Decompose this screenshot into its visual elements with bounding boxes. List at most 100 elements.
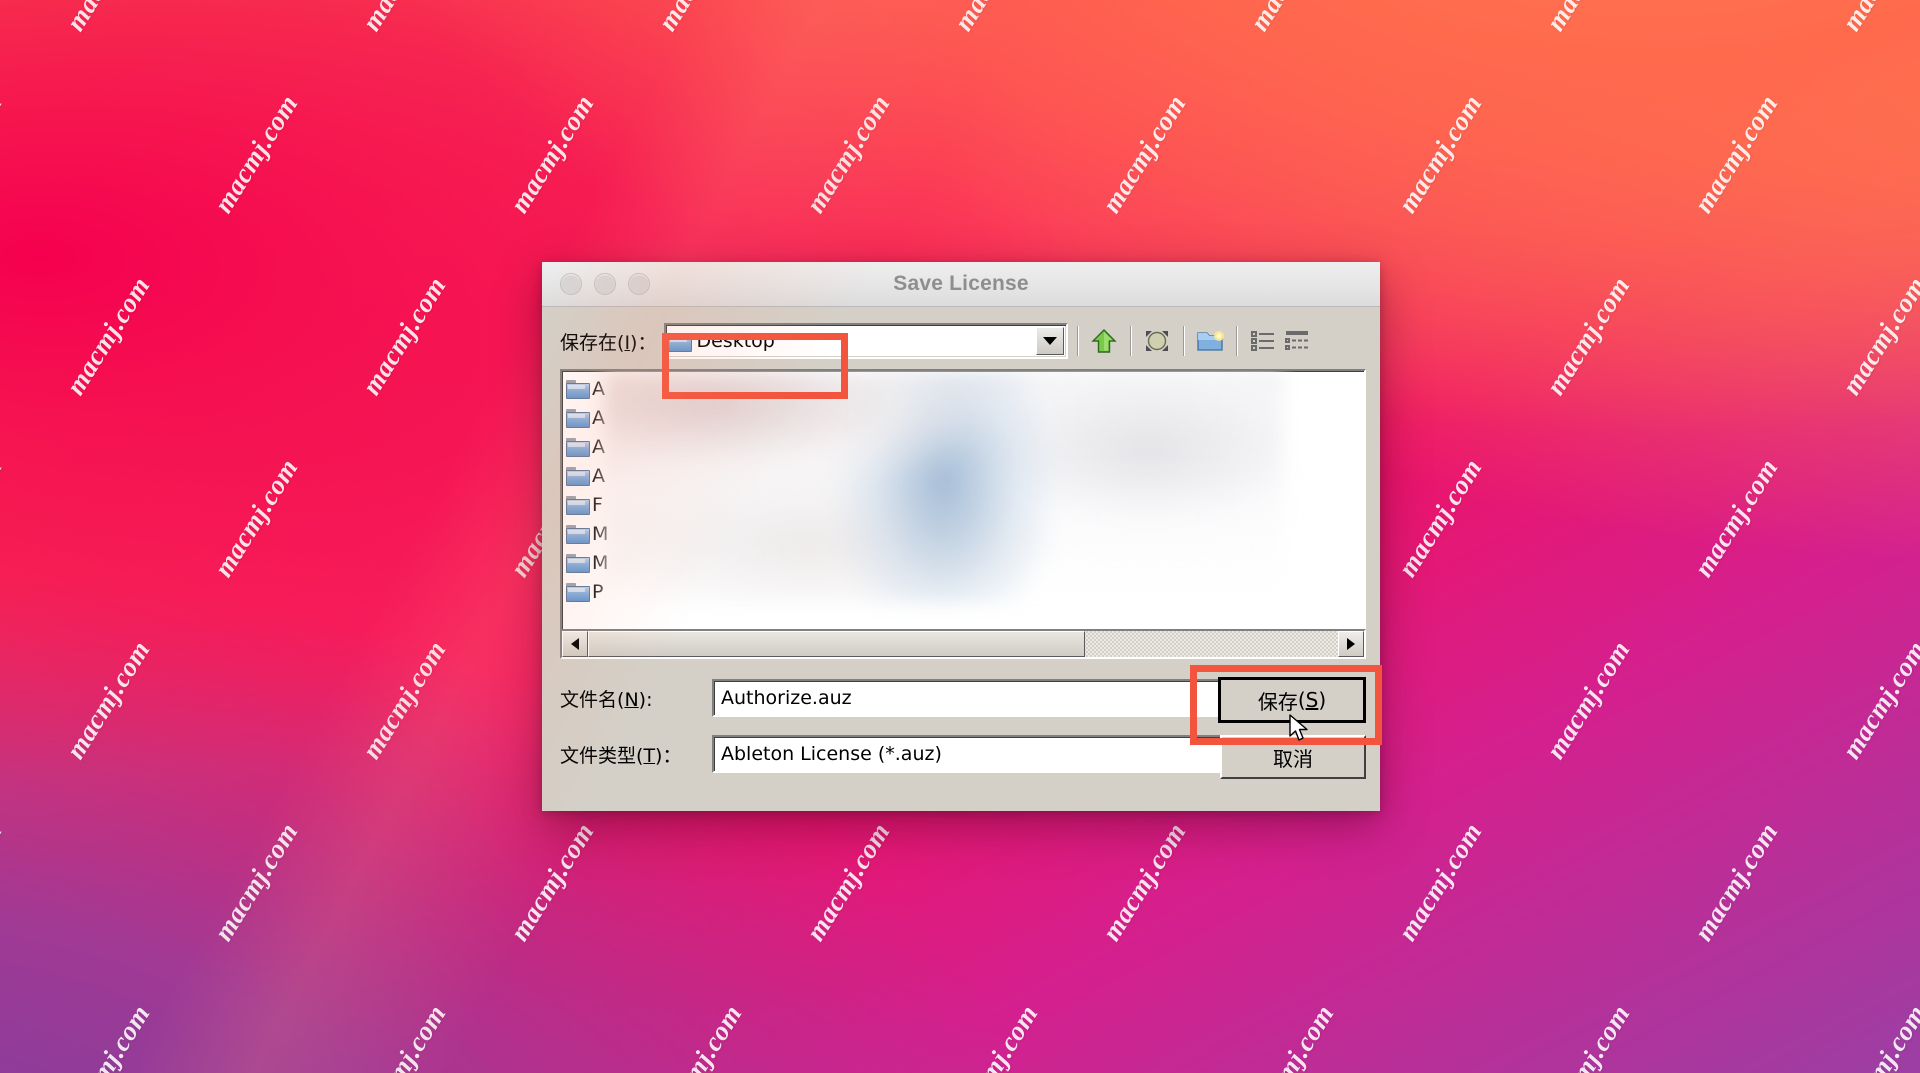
filetype-label-text: 文件类型 xyxy=(560,744,637,767)
dialog-body: 保存在(I)： Desktop A A A A F M M P 文件名(N): … xyxy=(542,307,1382,811)
watermark-text: macmj.com xyxy=(1392,453,1488,582)
up-one-level-button[interactable] xyxy=(1087,325,1121,357)
watermark-text: macmj.com xyxy=(800,89,896,218)
list-view-button[interactable] xyxy=(1246,325,1280,357)
watermark-text: macmj.com xyxy=(652,0,749,36)
watermark-text: macmj.com xyxy=(1096,817,1192,946)
home-button[interactable] xyxy=(1140,325,1174,357)
toolbar-separator xyxy=(1183,326,1185,356)
scrollbar-thumb[interactable] xyxy=(588,631,1085,657)
dialog-title: Save License xyxy=(893,272,1029,295)
filename-label-text: 文件名 xyxy=(560,688,618,711)
new-folder-button[interactable] xyxy=(1193,325,1227,357)
list-item-label: A xyxy=(592,435,605,458)
dialog-titlebar[interactable]: Save License xyxy=(542,262,1380,307)
filetype-value: Ableton License (*.auz) xyxy=(721,743,942,765)
watermark-text: macmj.com xyxy=(1540,271,1636,400)
censored-blur-overlay xyxy=(604,371,1284,603)
lookin-label: 保存在(I)： xyxy=(560,331,657,354)
list-item-label: A xyxy=(592,464,605,487)
arrow-left-icon[interactable] xyxy=(562,631,588,657)
scrollbar-track[interactable] xyxy=(588,631,1338,657)
list-item[interactable]: M xyxy=(562,519,682,548)
save-button-mnemonic: S xyxy=(1305,688,1319,712)
folder-icon xyxy=(566,380,590,399)
watermark-text: macmj.com xyxy=(1392,817,1488,946)
watermark-text: macmj.com xyxy=(1540,999,1636,1073)
file-list-hscrollbar[interactable] xyxy=(560,629,1366,659)
folder-icon xyxy=(566,554,590,573)
file-list[interactable]: A A A A F M M P xyxy=(560,369,1366,633)
watermark-text: macmj.com xyxy=(60,271,156,400)
watermark-text: macmj.com xyxy=(356,635,452,764)
watermark-text: macmj.com xyxy=(208,453,304,582)
lookin-row: 保存在(I)： Desktop xyxy=(560,323,1366,359)
list-item[interactable]: F xyxy=(562,490,682,519)
list-item[interactable]: A xyxy=(562,374,682,403)
folder-icon xyxy=(566,496,590,515)
watermark-text: macmj.com xyxy=(1244,999,1340,1073)
watermark-text: macmj.com xyxy=(0,453,8,582)
filetype-label: 文件类型(T)： xyxy=(560,744,682,767)
details-view-icon xyxy=(1285,331,1309,350)
watermark-text: macmj.com xyxy=(60,0,157,36)
list-item-label: A xyxy=(592,377,605,400)
watermark-text: macmj.com xyxy=(60,635,156,764)
watermark-text: macmj.com xyxy=(1688,817,1784,946)
list-item[interactable]: P xyxy=(562,577,682,606)
list-item-label: M xyxy=(592,522,609,545)
watermark-text: macmj.com xyxy=(948,999,1044,1073)
home-icon xyxy=(1146,331,1169,351)
watermark-text: macmj.com xyxy=(1096,89,1192,218)
list-item[interactable]: M xyxy=(562,548,682,577)
arrow-right-icon[interactable] xyxy=(1338,631,1364,657)
list-item-label: A xyxy=(592,406,605,429)
watermark-text: macmj.com xyxy=(1836,0,1920,36)
watermark-text: macmj.com xyxy=(1836,271,1920,400)
lookin-label-text: 保存在 xyxy=(560,331,618,354)
new-folder-icon xyxy=(1197,331,1225,351)
watermark-text: macmj.com xyxy=(652,999,748,1073)
toolbar-separator xyxy=(1236,326,1238,356)
list-item[interactable]: A xyxy=(562,403,682,432)
list-item[interactable]: A xyxy=(562,461,682,490)
watermark-text: macmj.com xyxy=(1836,999,1920,1073)
save-license-dialog: Save License 保存在(I)： Desktop A A A A F M… xyxy=(542,262,1382,811)
toolbar-separator xyxy=(1077,326,1079,356)
folder-icon xyxy=(566,583,590,602)
filename-value: Authorize.auz xyxy=(721,687,852,709)
filetype-mnemonic: T xyxy=(643,744,656,767)
watermark-text: macmj.com xyxy=(60,999,156,1073)
watermark-text: macmj.com xyxy=(800,817,896,946)
watermark-text: macmj.com xyxy=(208,89,304,218)
watermark-text: macmj.com xyxy=(208,817,304,946)
watermark-text: macmj.com xyxy=(0,817,8,946)
save-button-label: 保存 xyxy=(1257,689,1298,714)
watermark-text: macmj.com xyxy=(1392,89,1488,218)
list-item[interactable]: A xyxy=(562,432,682,461)
watermark-text: macmj.com xyxy=(1540,0,1637,36)
watermark-text: macmj.com xyxy=(1244,0,1341,36)
lookin-combobox[interactable]: Desktop xyxy=(664,323,1069,359)
lookin-mnemonic: I xyxy=(624,331,631,354)
filename-label: 文件名(N): xyxy=(560,688,653,711)
chevron-down-icon[interactable] xyxy=(1036,327,1065,355)
folder-icon xyxy=(566,438,590,457)
watermark-text: macmj.com xyxy=(1540,635,1636,764)
folder-icon xyxy=(566,467,590,486)
list-item-label: F xyxy=(592,493,603,516)
folder-icon xyxy=(668,332,693,352)
list-item-label: P xyxy=(592,580,604,603)
toolbar-separator xyxy=(1130,326,1132,356)
watermark-text: macmj.com xyxy=(356,999,452,1073)
filename-mnemonic: N xyxy=(624,688,639,711)
watermark-text: macmj.com xyxy=(504,89,600,218)
mouse-pointer xyxy=(1289,714,1308,741)
desktop-background: macmj.com macmj.com macmj.com macmj.com macm… xyxy=(0,0,1920,1073)
details-view-button[interactable] xyxy=(1280,325,1314,357)
file-list-column: A A A A F M M P xyxy=(562,371,682,606)
watermark-text: macmj.com xyxy=(0,89,8,218)
watermark-text: macmj.com xyxy=(948,0,1045,36)
folder-icon xyxy=(566,525,590,544)
lookin-value: Desktop xyxy=(696,330,775,352)
